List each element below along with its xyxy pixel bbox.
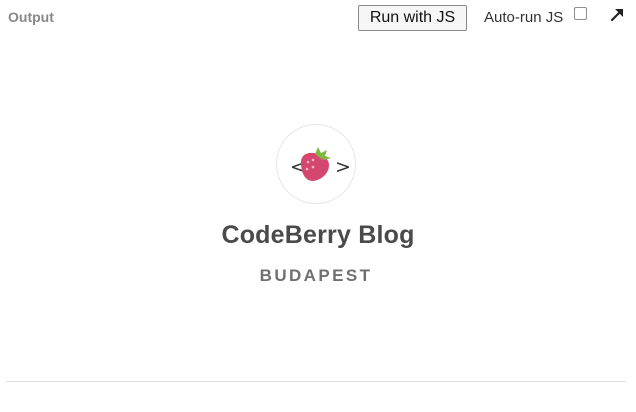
auto-run-checkbox[interactable] — [574, 7, 587, 20]
panel-title: Output — [8, 9, 54, 25]
blog-location: BUDAPEST — [259, 266, 373, 285]
output-panel-header: Output Run with JS Auto-run JS — [0, 0, 636, 34]
right-bracket: > — [335, 156, 351, 178]
blog-title: CodeBerry Blog — [221, 221, 415, 249]
expand-arrow-icon[interactable] — [608, 6, 626, 24]
strawberry-code-icon: < > — [290, 147, 351, 181]
output-preview: < > CodeBerry Blog BUDAPEST — [0, 34, 636, 380]
run-with-js-button[interactable]: Run with JS — [358, 5, 467, 31]
auto-run-label: Auto-run JS — [484, 9, 564, 26]
divider — [6, 381, 626, 382]
blog-logo: < > — [276, 124, 356, 204]
